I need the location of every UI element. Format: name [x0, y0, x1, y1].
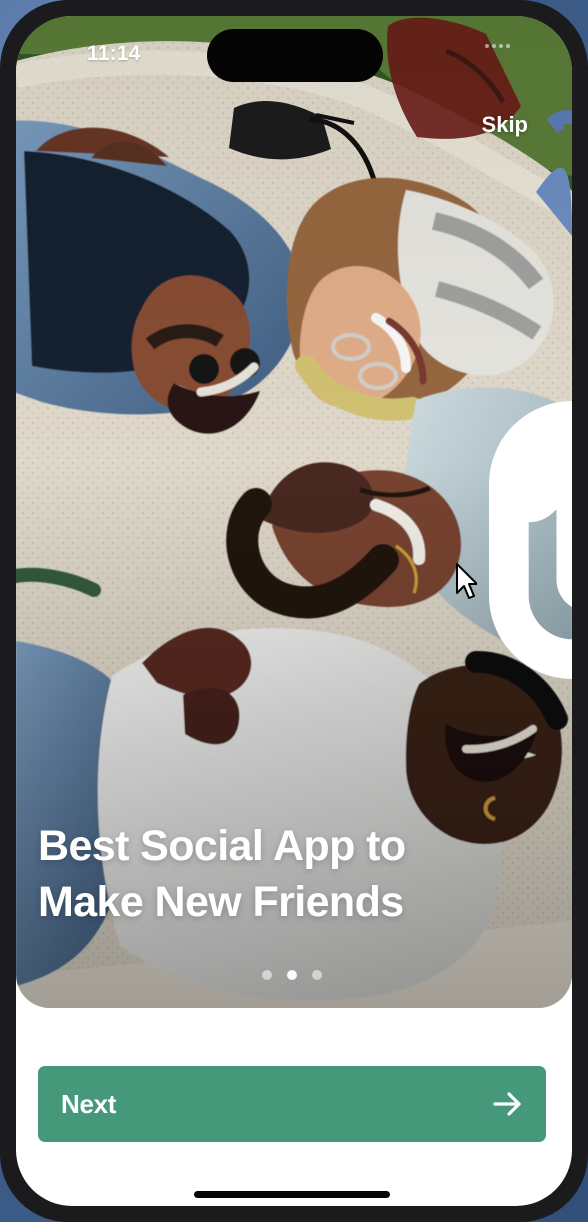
- page-dot-active[interactable]: [287, 970, 297, 980]
- app-screen: 11:14 Skip Best Social App to Make New F…: [16, 16, 572, 1206]
- skip-button[interactable]: Skip: [482, 112, 528, 138]
- status-icons: [485, 44, 572, 679]
- page-dot[interactable]: [262, 970, 272, 980]
- page-dot[interactable]: [312, 970, 322, 980]
- status-time: 11:14: [87, 42, 141, 65]
- mouse-pointer-icon: [456, 563, 477, 599]
- dynamic-island: [207, 29, 383, 82]
- phone-simulator: 11:14 Skip Best Social App to Make New F…: [0, 0, 588, 1222]
- onboarding-hero-image: 11:14 Skip Best Social App to Make New F…: [16, 16, 572, 1008]
- page-indicator: [262, 970, 322, 980]
- next-button-label: Next: [61, 1088, 117, 1119]
- arrow-right-icon: [492, 1090, 523, 1118]
- home-indicator: [194, 1191, 390, 1198]
- next-button[interactable]: Next: [38, 1066, 546, 1142]
- status-bar: 11:14: [16, 16, 572, 679]
- onboarding-headline: Best Social App to Make New Friends: [38, 822, 406, 926]
